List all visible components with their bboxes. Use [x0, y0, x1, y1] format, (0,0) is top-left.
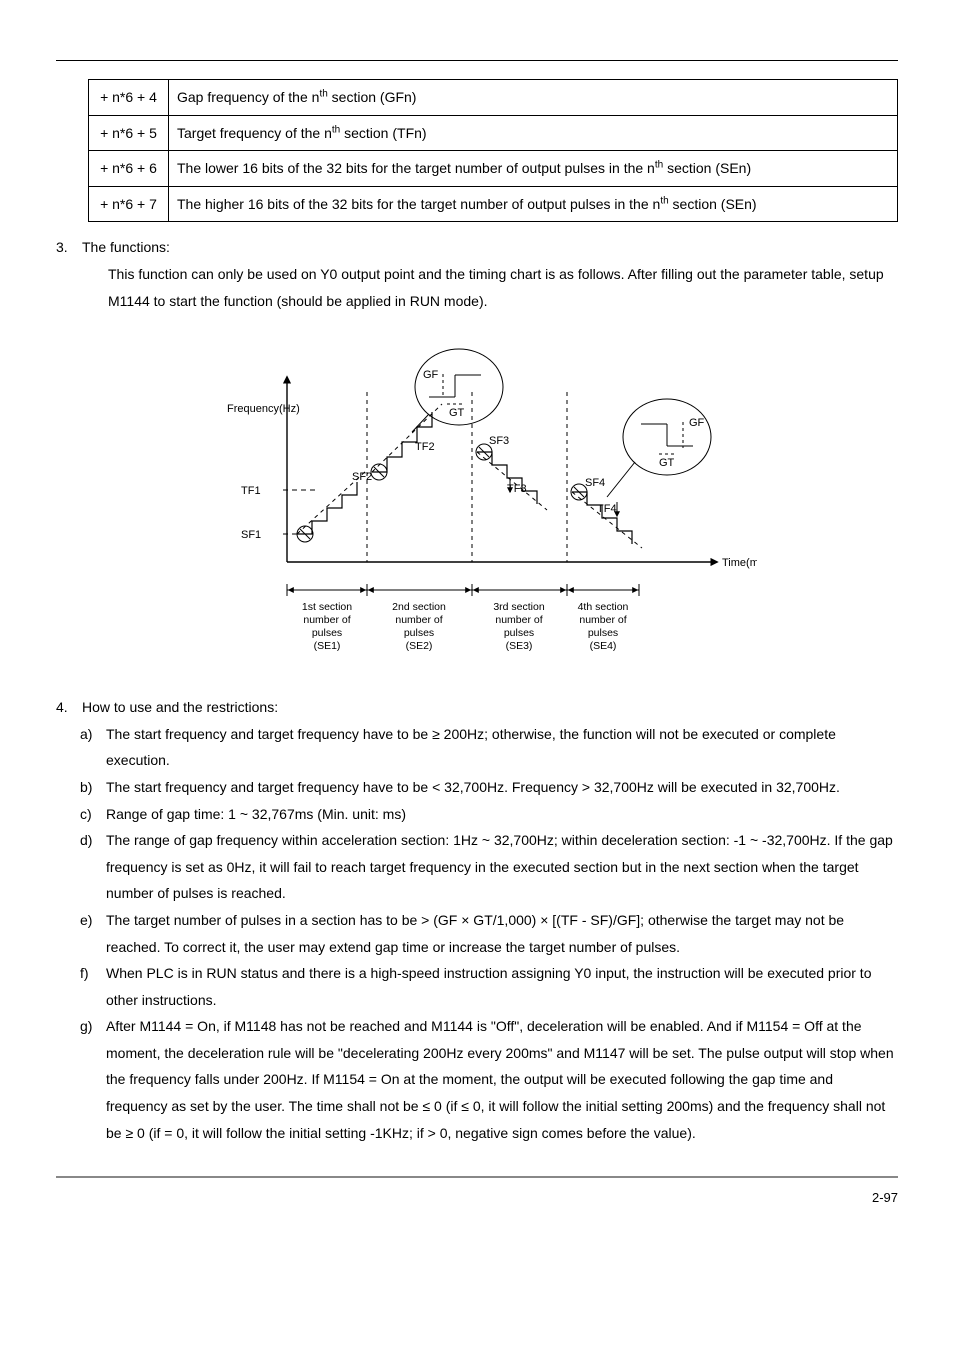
list-marker: 4. [56, 694, 82, 721]
sub-item-g: g) After M1144 = On, if M1148 has not be… [80, 1013, 898, 1146]
sec4-l1: 4th section [578, 601, 629, 613]
desc-prefix: The lower 16 bits of the 32 bits for the… [177, 160, 655, 176]
addr-cell: + n*6 + 5 [89, 115, 169, 151]
sub-marker: d) [80, 827, 106, 907]
label-tf4: TF4 [597, 503, 617, 515]
x-axis-label: Time(ms) [722, 557, 757, 569]
table-row: + n*6 + 7 The higher 16 bits of the 32 b… [89, 186, 898, 222]
sub-item-b: b) The start frequency and target freque… [80, 774, 898, 801]
timing-chart: Frequency(Hz) Time(ms) TF1 SF1 SF2 TF2 G… [56, 332, 898, 672]
desc-prefix: Gap frequency of the n [177, 89, 319, 105]
sec2-l4: (SE2) [406, 640, 433, 652]
sub-text: When PLC is in RUN status and there is a… [106, 960, 898, 1013]
list-marker: 3. [56, 234, 82, 261]
addr-cell: + n*6 + 7 [89, 186, 169, 222]
desc-sup: th [332, 124, 340, 135]
sub-text: The start frequency and target frequency… [106, 774, 898, 801]
sub-item-a: a) The start frequency and target freque… [80, 721, 898, 774]
desc-cell: The higher 16 bits of the 32 bits for th… [169, 186, 898, 222]
list-title: How to use and the restrictions: [82, 694, 898, 721]
addr-cell: + n*6 + 6 [89, 151, 169, 187]
list-item-3: 3. The functions: [56, 234, 898, 261]
header-rule [56, 60, 898, 61]
sub-text: The target number of pulses in a section… [106, 907, 898, 960]
sec2-l2: number of [395, 614, 442, 626]
sub-item-c: c) Range of gap time: 1 ~ 32,767ms (Min.… [80, 801, 898, 828]
sec4-l2: number of [579, 614, 626, 626]
sec1-l3: pulses [312, 627, 342, 639]
sub-text: The range of gap frequency within accele… [106, 827, 898, 907]
parameter-table: + n*6 + 4 Gap frequency of the nth secti… [88, 79, 898, 222]
label-tf1: TF1 [241, 485, 261, 497]
desc-suffix: section (TFn) [340, 125, 426, 141]
desc-prefix: Target frequency of the n [177, 125, 332, 141]
list-item-3-body: This function can only be used on Y0 out… [56, 261, 898, 314]
sec3-l2: number of [495, 614, 542, 626]
sec3-l4: (SE3) [506, 640, 533, 652]
sub-text: The start frequency and target frequency… [106, 721, 898, 774]
desc-cell: Gap frequency of the nth section (GFn) [169, 80, 898, 116]
table-row: + n*6 + 6 The lower 16 bits of the 32 bi… [89, 151, 898, 187]
desc-sup: th [655, 160, 663, 171]
sec3-l1: 3rd section [493, 601, 545, 613]
sec2-l1: 2nd section [392, 601, 446, 613]
page-number: 2-97 [56, 1186, 898, 1211]
label-tf2: TF2 [415, 441, 435, 453]
list-title: The functions: [82, 234, 898, 261]
label-gf-2: GF [689, 417, 705, 429]
table-row: + n*6 + 5 Target frequency of the nth se… [89, 115, 898, 151]
sec1-l1: 1st section [302, 601, 352, 613]
list-para: This function can only be used on Y0 out… [108, 261, 898, 314]
desc-suffix: section (SEn) [663, 160, 751, 176]
sec1-l4: (SE1) [314, 640, 341, 652]
sub-marker: g) [80, 1013, 106, 1146]
sec3-l3: pulses [504, 627, 534, 639]
timing-chart-svg: Frequency(Hz) Time(ms) TF1 SF1 SF2 TF2 G… [197, 332, 757, 672]
label-sf4: SF4 [585, 477, 605, 489]
addr-cell: + n*6 + 4 [89, 80, 169, 116]
table-row: + n*6 + 4 Gap frequency of the nth secti… [89, 80, 898, 116]
sub-item-f: f) When PLC is in RUN status and there i… [80, 960, 898, 1013]
sub-text: After M1144 = On, if M1148 has not be re… [106, 1013, 898, 1146]
desc-prefix: The higher 16 bits of the 32 bits for th… [177, 196, 660, 212]
label-gt-2: GT [659, 457, 675, 469]
label-sf1: SF1 [241, 529, 261, 541]
desc-suffix: section (SEn) [669, 196, 757, 212]
y-axis-label: Frequency(Hz) [227, 403, 300, 415]
sub-marker: f) [80, 960, 106, 1013]
label-sf2: SF2 [352, 471, 372, 483]
desc-sup: th [319, 88, 327, 99]
list-item-4: 4. How to use and the restrictions: [56, 694, 898, 721]
desc-cell: The lower 16 bits of the 32 bits for the… [169, 151, 898, 187]
label-sf3: SF3 [489, 435, 509, 447]
label-gt-1: GT [449, 407, 465, 419]
sec4-l3: pulses [588, 627, 618, 639]
footer-rule [56, 1176, 898, 1178]
sub-text: Range of gap time: 1 ~ 32,767ms (Min. un… [106, 801, 898, 828]
sub-marker: a) [80, 721, 106, 774]
sub-item-d: d) The range of gap frequency within acc… [80, 827, 898, 907]
sec1-l2: number of [303, 614, 350, 626]
sub-marker: b) [80, 774, 106, 801]
desc-cell: Target frequency of the nth section (TFn… [169, 115, 898, 151]
sub-marker: c) [80, 801, 106, 828]
desc-suffix: section (GFn) [328, 89, 417, 105]
sub-item-e: e) The target number of pulses in a sect… [80, 907, 898, 960]
sec2-l3: pulses [404, 627, 434, 639]
label-gf-1: GF [423, 369, 439, 381]
desc-sup: th [660, 195, 668, 206]
sec4-l4: (SE4) [590, 640, 617, 652]
sub-marker: e) [80, 907, 106, 960]
